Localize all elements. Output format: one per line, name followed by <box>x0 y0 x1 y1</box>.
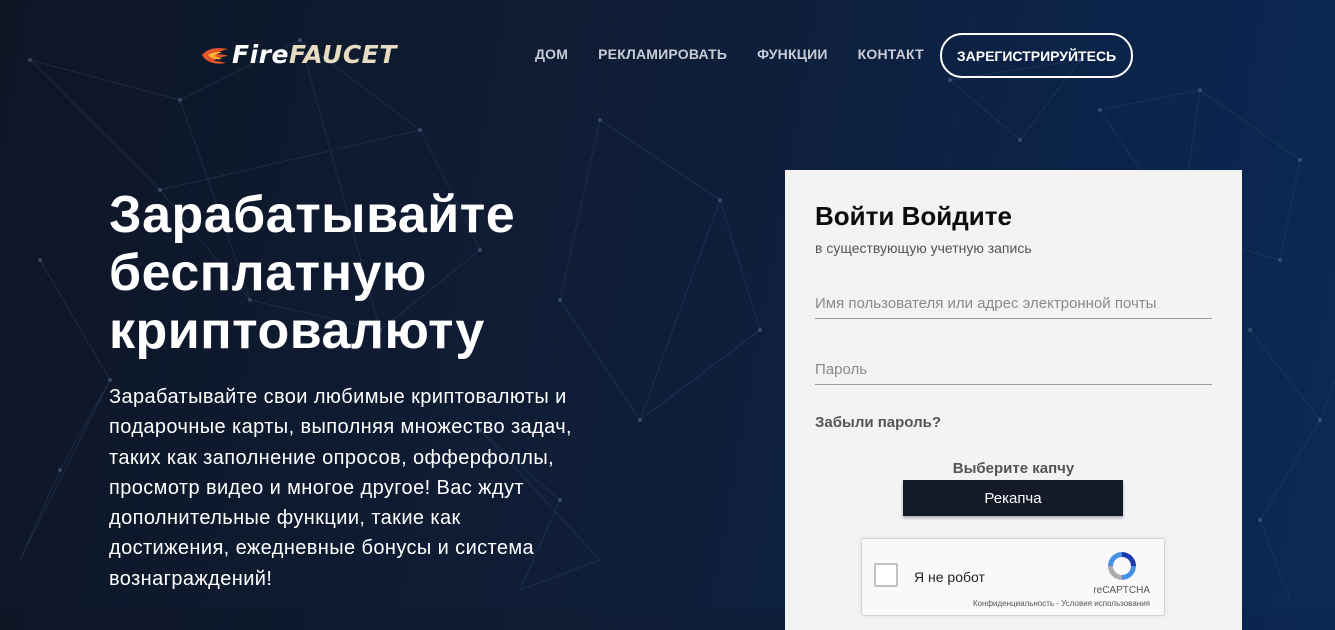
login-card: Войти Войдите в существующую учетную зап… <box>785 170 1242 630</box>
site-logo[interactable]: FireFAUCET <box>200 40 397 70</box>
login-subtitle: в существующую учетную запись <box>815 240 1032 256</box>
checkbox-icon[interactable] <box>874 563 898 587</box>
main-nav: ДОМ РЕКЛАМИРОВАТЬ ФУНКЦИИ КОНТАКТ <box>535 46 954 62</box>
nav-item-features[interactable]: ФУНКЦИИ <box>757 46 828 62</box>
nav-item-contact[interactable]: КОНТАКТ <box>858 46 924 62</box>
recaptcha-widget: Я не робот reCAPTCHA Конфиденциальность … <box>861 538 1165 616</box>
recaptcha-label: Я не робот <box>914 569 985 585</box>
hero-title-line: Зарабатывайте <box>109 186 516 244</box>
recaptcha-terms-link[interactable]: Конфиденциальность - Условия использован… <box>862 599 1150 608</box>
hero-title: Зарабатывайте бесплатную криптовалюту <box>109 186 589 360</box>
username-input[interactable] <box>815 288 1212 319</box>
recaptcha-logo-icon <box>1108 552 1136 580</box>
logo-faucet-text: FAUCET <box>288 40 397 69</box>
password-input[interactable] <box>815 354 1212 385</box>
captcha-select-label: Выберите капчу <box>952 460 1075 477</box>
logo-fire-text: Fire <box>232 40 289 69</box>
captcha-select[interactable]: Рекапча <box>903 480 1123 516</box>
nav-item-advertise[interactable]: РЕКЛАМИРОВАТЬ <box>598 46 727 62</box>
hero-title-line: бесплатную <box>109 244 427 302</box>
register-button[interactable]: ЗАРЕГИСТРИРУЙТЕСЬ <box>940 33 1133 78</box>
flame-icon <box>202 48 228 64</box>
forgot-password-link[interactable]: Забыли пароль? <box>815 414 941 431</box>
hero-title-line: криптовалюту <box>109 302 485 360</box>
recaptcha-brand: reCAPTCHA <box>1093 585 1150 596</box>
login-title: Войти Войдите <box>815 201 1012 231</box>
hero-description: Зарабатывайте свои любимые криптовалюты … <box>109 386 572 590</box>
nav-item-home[interactable]: ДОМ <box>535 46 568 62</box>
